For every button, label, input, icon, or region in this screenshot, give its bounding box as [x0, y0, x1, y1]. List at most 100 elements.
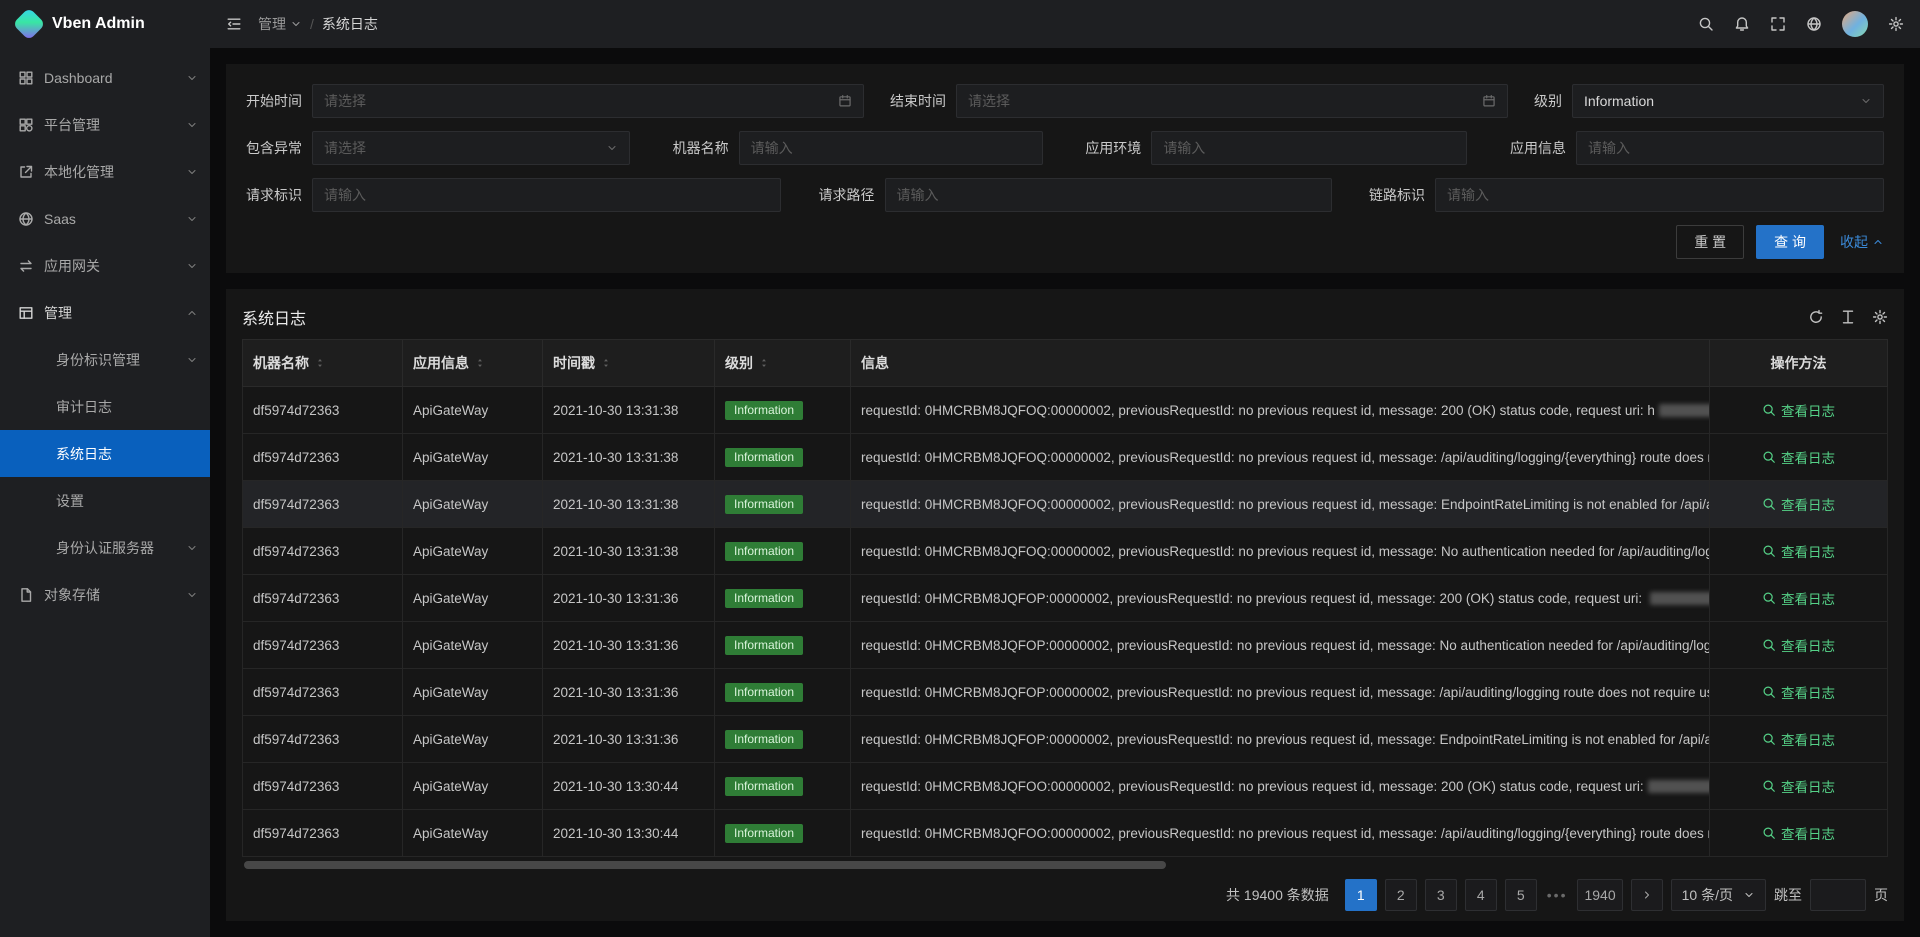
- scrollbar-thumb[interactable]: [244, 861, 1166, 869]
- page-button-1[interactable]: 1: [1345, 879, 1377, 911]
- level-cell: Information: [715, 763, 851, 810]
- sidebar-item-dashboard[interactable]: Dashboard: [0, 54, 210, 101]
- avatar[interactable]: [1842, 11, 1868, 37]
- level-badge: Information: [725, 636, 803, 655]
- chevron-down-icon: [186, 542, 198, 554]
- table-row[interactable]: df5974d72363 ApiGateWay 2021-10-30 13:31…: [243, 481, 1888, 528]
- gear-icon[interactable]: [1888, 16, 1904, 32]
- sidebar-item-auth-server[interactable]: 身份认证服务器: [0, 524, 210, 571]
- message-text: requestId: 0HMCRBM8JQFOQ:00000002, previ…: [861, 403, 1655, 418]
- sidebar-item-platform[interactable]: 平台管理: [0, 101, 210, 148]
- actions-cell: 查看日志: [1710, 481, 1888, 528]
- collapse-toggle[interactable]: 收起: [1840, 232, 1884, 252]
- page-button-5[interactable]: 5: [1505, 879, 1537, 911]
- sort-icon[interactable]: [474, 357, 486, 369]
- view-log-button[interactable]: 查看日志: [1762, 635, 1835, 655]
- redacted-text: [1650, 592, 1710, 605]
- table-row[interactable]: df5974d72363 ApiGateWay 2021-10-30 13:30…: [243, 810, 1888, 857]
- bell-icon[interactable]: [1734, 16, 1750, 32]
- message-cell: requestId: 0HMCRBM8JQFOP:00000002, previ…: [851, 716, 1710, 763]
- jump-page-input[interactable]: [1810, 879, 1866, 911]
- app-env-input[interactable]: [1163, 140, 1455, 156]
- total-count: 共 19400 条数据: [1226, 885, 1329, 905]
- sidebar-item-gateway[interactable]: 应用网关: [0, 242, 210, 289]
- sidebar-item-audit-logs[interactable]: 审计日志: [0, 383, 210, 430]
- refresh-icon[interactable]: [1808, 309, 1824, 325]
- sidebar-item-settings[interactable]: 设置: [0, 477, 210, 524]
- column-header-timestamp[interactable]: 时间戳: [543, 340, 715, 387]
- horizontal-scrollbar[interactable]: [242, 859, 1888, 871]
- machine-name-cell: df5974d72363: [243, 810, 403, 857]
- translate-icon[interactable]: [1806, 16, 1822, 32]
- view-log-button[interactable]: 查看日志: [1762, 541, 1835, 561]
- page-ellipsis[interactable]: •••: [1545, 887, 1570, 903]
- logo[interactable]: Vben Admin: [0, 0, 210, 48]
- level-cell: Information: [715, 716, 851, 763]
- table-row[interactable]: df5974d72363 ApiGateWay 2021-10-30 13:30…: [243, 763, 1888, 810]
- level-badge: Information: [725, 824, 803, 843]
- next-page-button[interactable]: [1631, 879, 1663, 911]
- column-settings-icon[interactable]: [1872, 309, 1888, 325]
- table-row[interactable]: df5974d72363 ApiGateWay 2021-10-30 13:31…: [243, 528, 1888, 575]
- localization-icon: [18, 164, 34, 180]
- table-row[interactable]: df5974d72363 ApiGateWay 2021-10-30 13:31…: [243, 622, 1888, 669]
- row-height-icon[interactable]: [1840, 309, 1856, 325]
- column-header-machine[interactable]: 机器名称: [243, 340, 403, 387]
- table-row[interactable]: df5974d72363 ApiGateWay 2021-10-30 13:31…: [243, 387, 1888, 434]
- sort-icon[interactable]: [600, 357, 612, 369]
- sidebar-item-object-storage[interactable]: 对象存储: [0, 571, 210, 618]
- level-badge: Information: [725, 542, 803, 561]
- app-info-input[interactable]: [1588, 140, 1872, 156]
- page-button-4[interactable]: 4: [1465, 879, 1497, 911]
- page-size-select[interactable]: 10 条/页: [1671, 879, 1766, 911]
- sidebar: Vben Admin Dashboard 平台管理 本地化管理 Saas: [0, 0, 210, 937]
- end-time-picker[interactable]: [956, 84, 1508, 118]
- menu-fold-icon[interactable]: [226, 16, 242, 32]
- sidebar-item-saas[interactable]: Saas: [0, 195, 210, 242]
- view-log-button[interactable]: 查看日志: [1762, 447, 1835, 467]
- view-log-button[interactable]: 查看日志: [1762, 588, 1835, 608]
- end-time-input[interactable]: [968, 93, 1474, 109]
- exception-select[interactable]: 请选择: [312, 131, 630, 165]
- table-row[interactable]: df5974d72363 ApiGateWay 2021-10-30 13:31…: [243, 575, 1888, 622]
- app-info-cell: ApiGateWay: [403, 387, 543, 434]
- start-time-input[interactable]: [324, 93, 830, 109]
- reset-button[interactable]: 重 置: [1676, 225, 1744, 259]
- app-info-cell: ApiGateWay: [403, 575, 543, 622]
- fullscreen-icon[interactable]: [1770, 16, 1786, 32]
- start-time-picker[interactable]: [312, 84, 864, 118]
- view-log-button[interactable]: 查看日志: [1762, 776, 1835, 796]
- page-size-value: 10 条/页: [1682, 885, 1733, 905]
- view-log-button[interactable]: 查看日志: [1762, 494, 1835, 514]
- sidebar-item-localization[interactable]: 本地化管理: [0, 148, 210, 195]
- view-log-button[interactable]: 查看日志: [1762, 682, 1835, 702]
- request-id-input[interactable]: [324, 187, 769, 203]
- machine-name-input[interactable]: [751, 140, 1031, 156]
- machine-name-cell: df5974d72363: [243, 575, 403, 622]
- query-button[interactable]: 查 询: [1756, 225, 1824, 259]
- page-button-2[interactable]: 2: [1385, 879, 1417, 911]
- page-button-3[interactable]: 3: [1425, 879, 1457, 911]
- sidebar-item-system-logs[interactable]: 系统日志: [0, 430, 210, 477]
- level-select[interactable]: Information: [1572, 84, 1884, 118]
- view-log-button[interactable]: 查看日志: [1762, 823, 1835, 843]
- sidebar-item-identity-management[interactable]: 身份标识管理: [0, 336, 210, 383]
- table-row[interactable]: df5974d72363 ApiGateWay 2021-10-30 13:31…: [243, 434, 1888, 481]
- column-header-app[interactable]: 应用信息: [403, 340, 543, 387]
- view-log-button[interactable]: 查看日志: [1762, 729, 1835, 749]
- sort-icon[interactable]: [314, 357, 326, 369]
- request-path-input[interactable]: [897, 187, 1320, 203]
- table-row[interactable]: df5974d72363 ApiGateWay 2021-10-30 13:31…: [243, 716, 1888, 763]
- level-cell: Information: [715, 434, 851, 481]
- calendar-icon: [838, 94, 852, 108]
- page-button-last[interactable]: 1940: [1577, 879, 1622, 911]
- sort-icon[interactable]: [758, 357, 770, 369]
- column-header-level[interactable]: 级别: [715, 340, 851, 387]
- sidebar-item-manage[interactable]: 管理: [0, 289, 210, 336]
- table-row[interactable]: df5974d72363 ApiGateWay 2021-10-30 13:31…: [243, 669, 1888, 716]
- breadcrumb-parent[interactable]: 管理: [258, 14, 302, 34]
- search-icon[interactable]: [1698, 16, 1714, 32]
- view-log-button[interactable]: 查看日志: [1762, 400, 1835, 420]
- machine-name-cell: df5974d72363: [243, 387, 403, 434]
- trace-id-input[interactable]: [1447, 187, 1872, 203]
